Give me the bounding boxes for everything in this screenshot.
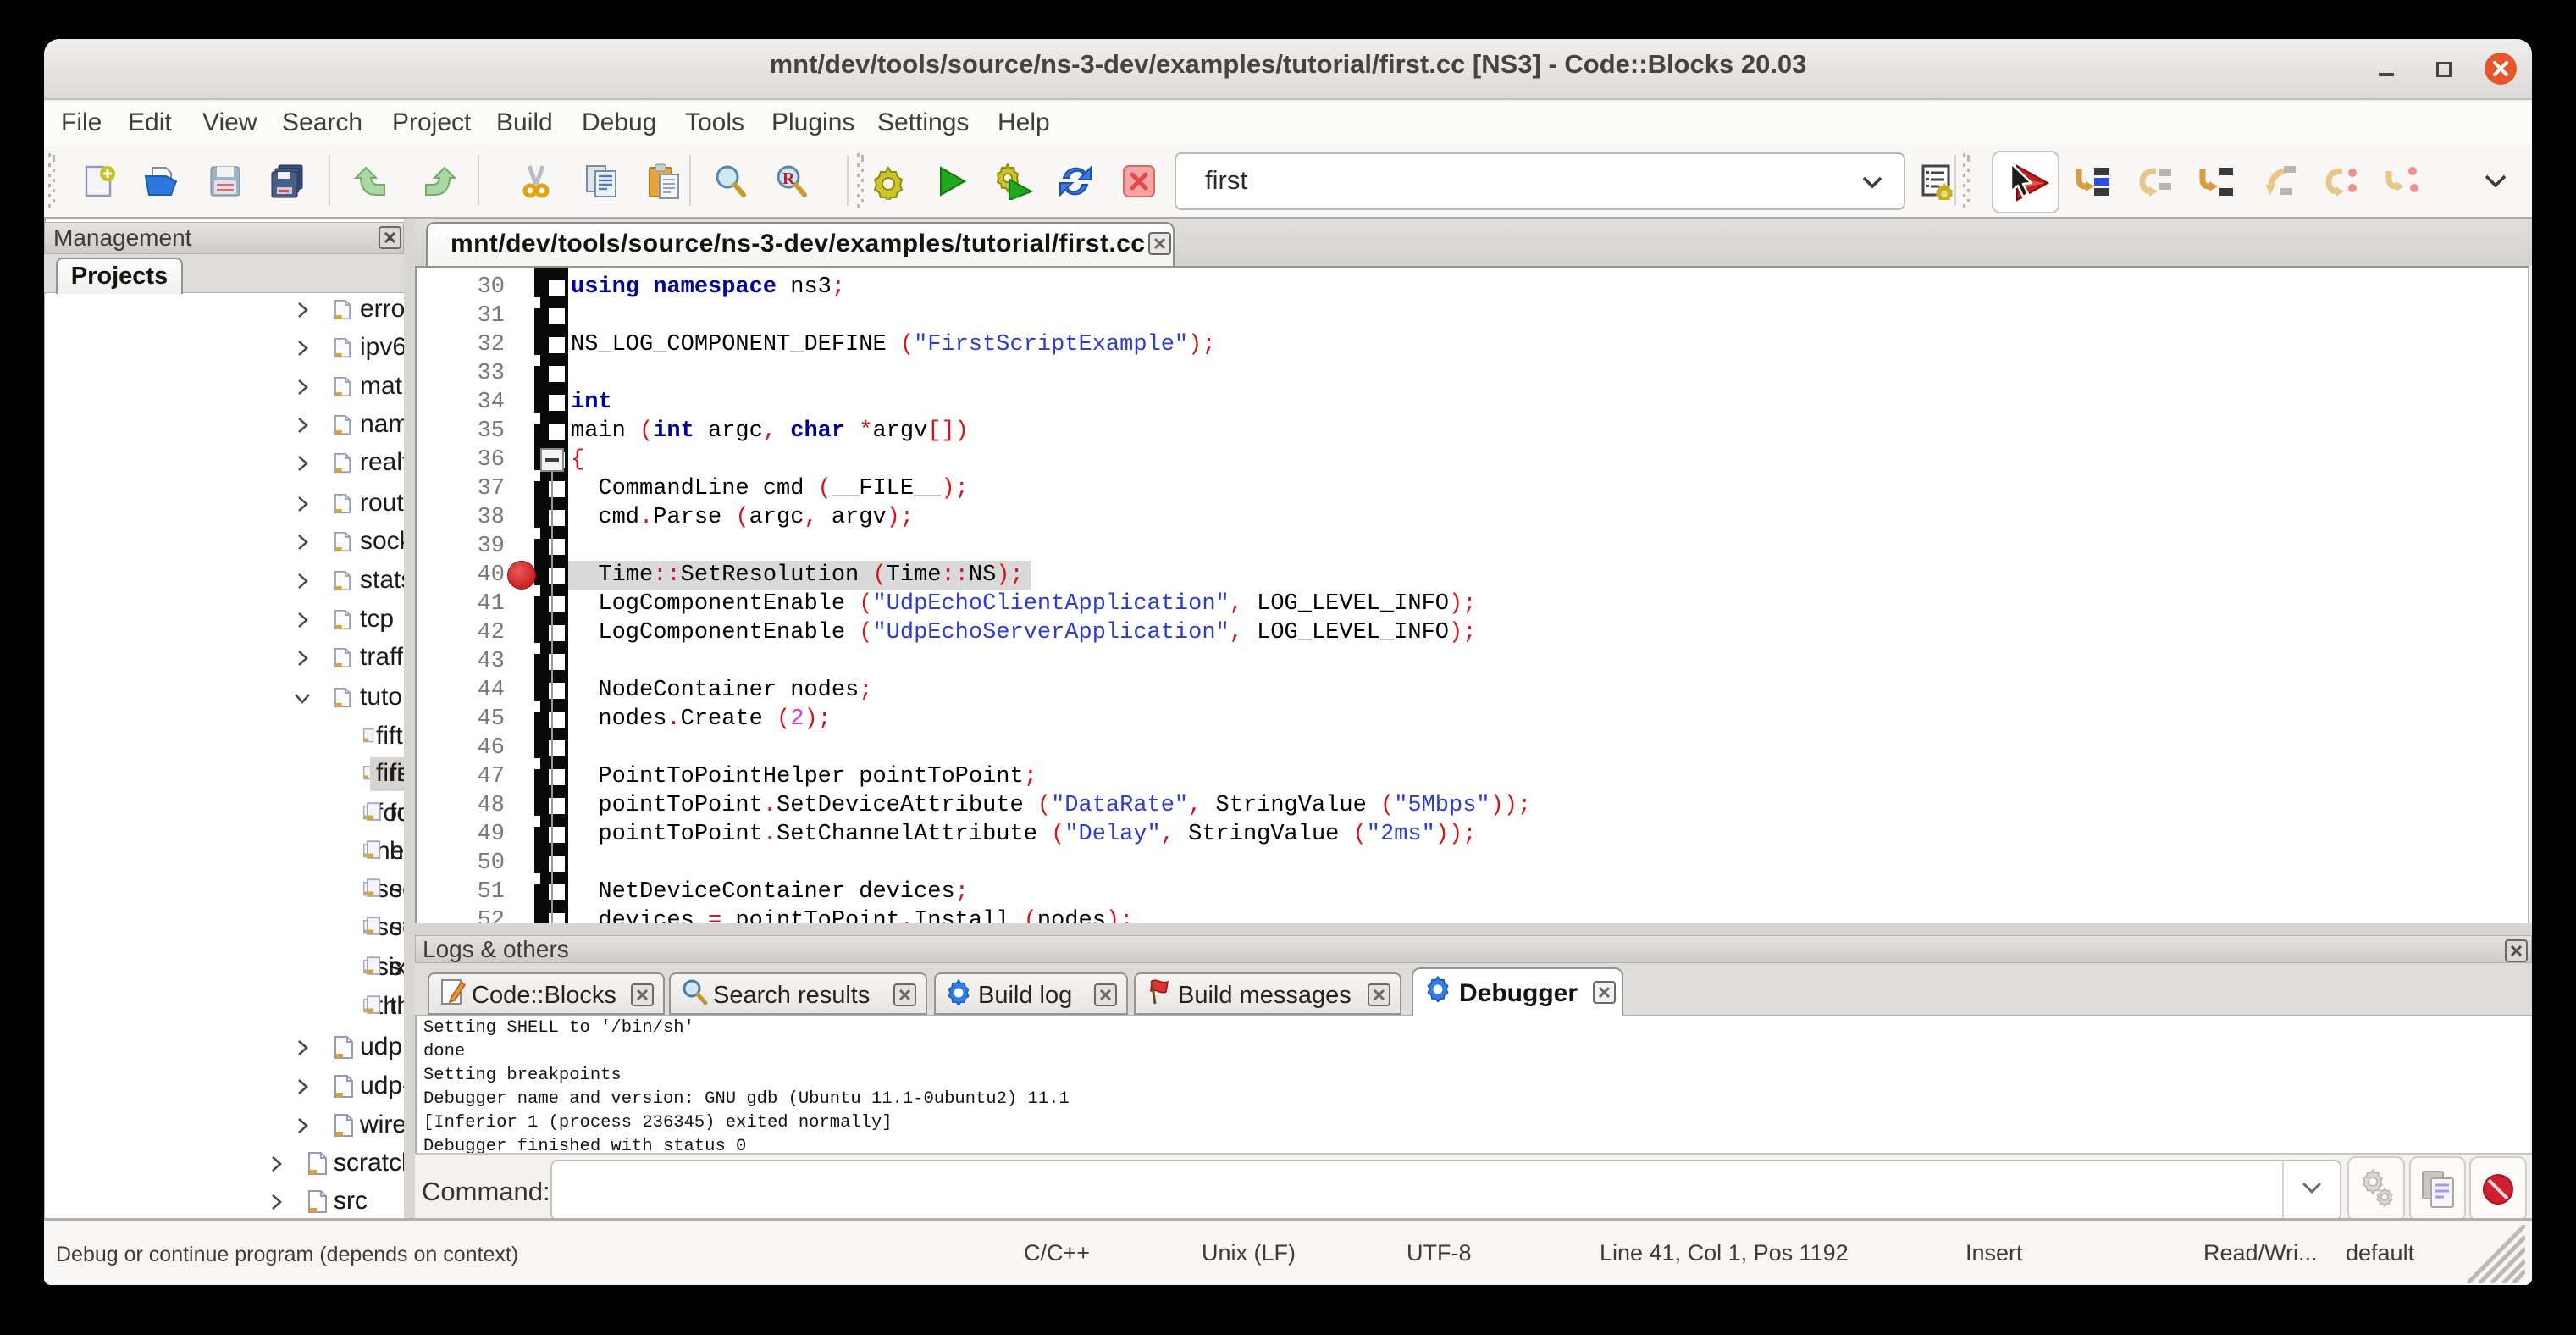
svg-text:R: R <box>782 169 795 188</box>
